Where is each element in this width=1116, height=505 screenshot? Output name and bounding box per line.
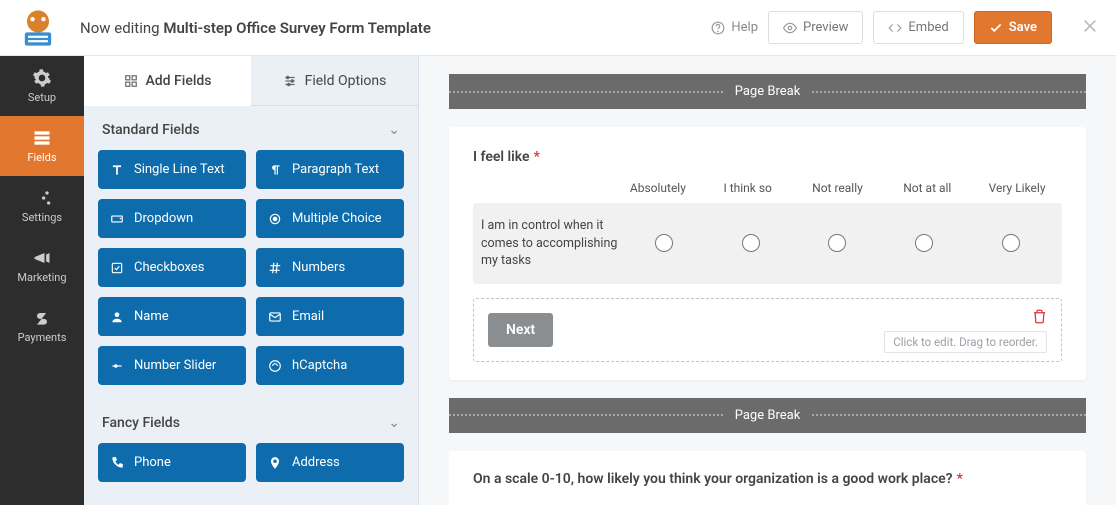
trash-icon xyxy=(1032,309,1047,324)
nav-rail: Setup Fields Settings Marketing Payments xyxy=(0,56,84,505)
close-icon xyxy=(1080,16,1100,36)
check-icon xyxy=(989,21,1003,35)
pin-icon xyxy=(268,456,282,470)
field-number-slider[interactable]: Number Slider xyxy=(98,346,246,385)
reorder-hint: Click to edit. Drag to reorder. xyxy=(884,331,1047,353)
help-link[interactable]: Help xyxy=(711,20,758,35)
field-phone[interactable]: Phone xyxy=(98,443,246,482)
tab-field-options[interactable]: Field Options xyxy=(251,56,418,106)
page-nav-block[interactable]: Next Click to edit. Drag to reorder. xyxy=(473,298,1062,362)
likert-radio[interactable] xyxy=(742,234,760,252)
form-icon xyxy=(32,128,52,148)
nav-fields[interactable]: Fields xyxy=(0,116,84,176)
phone-icon xyxy=(110,456,124,470)
gear-icon xyxy=(32,68,52,88)
likert-radio[interactable] xyxy=(655,234,673,252)
likert-header: Absolutely I think so Not really Not at … xyxy=(473,181,1062,195)
checkbox-icon xyxy=(110,261,124,275)
delete-icon[interactable] xyxy=(1032,309,1047,328)
captcha-icon xyxy=(268,359,282,373)
chevron-down-icon: ⌄ xyxy=(388,415,400,431)
hash-icon xyxy=(268,261,282,275)
dollar-icon xyxy=(32,308,52,328)
dropdown-icon xyxy=(110,212,124,226)
field-label: I feel like* xyxy=(473,149,1062,165)
slider-icon xyxy=(110,359,124,373)
field-numbers[interactable]: Numbers xyxy=(256,248,404,287)
megaphone-icon xyxy=(32,248,52,268)
eye-icon xyxy=(783,21,797,35)
grid-icon xyxy=(124,74,138,88)
chevron-down-icon: ⌄ xyxy=(388,122,400,138)
tab-add-fields[interactable]: Add Fields xyxy=(84,56,251,106)
nav-payments[interactable]: Payments xyxy=(0,296,84,356)
field-name[interactable]: Name xyxy=(98,297,246,336)
tune-icon xyxy=(283,74,297,88)
likert-radio[interactable] xyxy=(828,234,846,252)
section-fancy-fields[interactable]: Fancy Fields ⌄ xyxy=(84,399,418,443)
fields-side-panel: Add Fields Field Options Standard Fields… xyxy=(84,56,419,505)
save-button[interactable]: Save xyxy=(974,11,1052,44)
likert-row: I am in control when it comes to accompl… xyxy=(473,203,1062,284)
form-name: Multi-step Office Survey Form Template xyxy=(163,19,431,37)
likert-field[interactable]: I feel like* Absolutely I think so Not r… xyxy=(449,127,1086,380)
field-dropdown[interactable]: Dropdown xyxy=(98,199,246,238)
likert-statement: I am in control when it comes to accompl… xyxy=(481,217,621,270)
embed-button[interactable]: Embed xyxy=(873,11,963,44)
editing-prefix: Now editing xyxy=(80,19,160,37)
field-multiple-choice[interactable]: Multiple Choice xyxy=(256,199,404,238)
likert-radio[interactable] xyxy=(915,234,933,252)
code-icon xyxy=(888,21,902,35)
field-checkboxes[interactable]: Checkboxes xyxy=(98,248,246,287)
field-address[interactable]: Address xyxy=(256,443,404,482)
field-hcaptcha[interactable]: hCaptcha xyxy=(256,346,404,385)
close-button[interactable] xyxy=(1080,14,1100,42)
nav-settings[interactable]: Settings xyxy=(0,176,84,236)
form-canvas[interactable]: Page Break I feel like* Absolutely I thi… xyxy=(419,56,1116,505)
preview-button[interactable]: Preview xyxy=(768,11,863,44)
sliders-icon xyxy=(32,188,52,208)
top-bar: Now editing Multi-step Office Survey For… xyxy=(0,0,1116,56)
radio-icon xyxy=(268,212,282,226)
page-break[interactable]: Page Break xyxy=(449,74,1086,109)
likert-radio[interactable] xyxy=(1002,234,1020,252)
next-button[interactable]: Next xyxy=(488,313,553,347)
page-title: Now editing Multi-step Office Survey For… xyxy=(80,19,711,37)
paragraph-icon xyxy=(268,163,282,177)
nav-setup[interactable]: Setup xyxy=(0,56,84,116)
nav-marketing[interactable]: Marketing xyxy=(0,236,84,296)
nps-field[interactable]: On a scale 0-10, how likely you think yo… xyxy=(449,451,1086,505)
mail-icon xyxy=(268,310,282,324)
help-icon xyxy=(711,21,725,35)
field-paragraph-text[interactable]: Paragraph Text xyxy=(256,150,404,189)
app-logo xyxy=(16,6,60,50)
top-actions: Help Preview Embed Save xyxy=(711,11,1100,44)
field-email[interactable]: Email xyxy=(256,297,404,336)
section-standard-fields[interactable]: Standard Fields ⌄ xyxy=(84,106,418,150)
page-break[interactable]: Page Break xyxy=(449,398,1086,433)
text-icon xyxy=(110,163,124,177)
user-icon xyxy=(110,310,124,324)
field-single-line-text[interactable]: Single Line Text xyxy=(98,150,246,189)
field-label: On a scale 0-10, how likely you think yo… xyxy=(473,471,1062,487)
